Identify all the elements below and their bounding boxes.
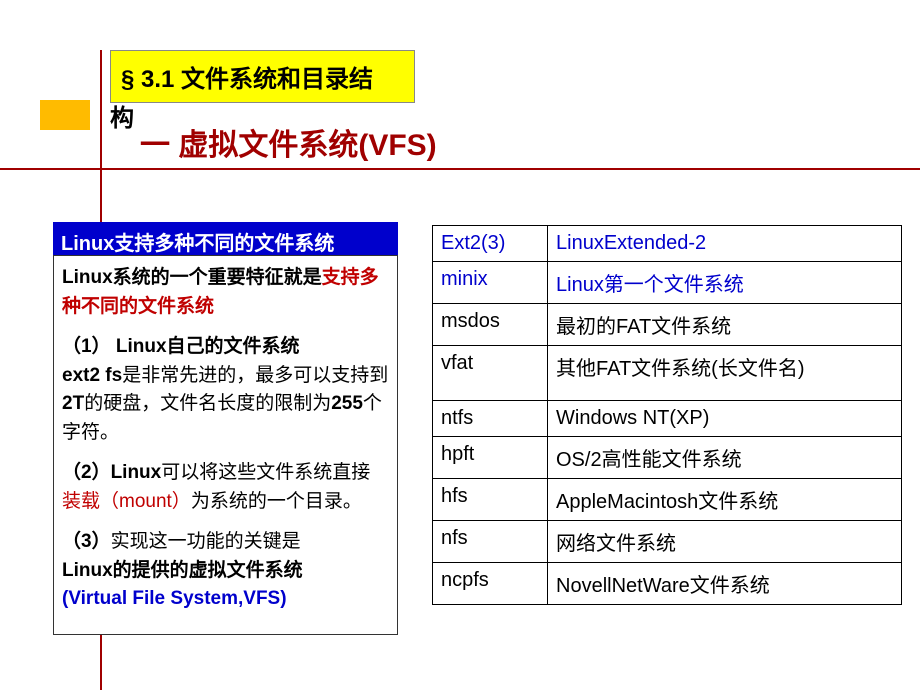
p1-ext2: ext2 fs xyxy=(62,365,122,386)
table-row: hfs AppleMacintosh文件系统 xyxy=(433,479,902,521)
intro-prefix: Linux系统的一个重要特征就是 xyxy=(62,267,322,288)
table-row: vfat 其他FAT文件系统(长文件名) xyxy=(433,346,902,401)
table-row: ntfs Windows NT(XP) xyxy=(433,401,902,437)
fs-name: ntfs xyxy=(433,401,548,437)
table-row: ncpfs NovellNetWare文件系统 xyxy=(433,563,902,605)
intro-paragraph: Linux系统的一个重要特征就是支持多种不同的文件系统 xyxy=(62,264,389,321)
p3-num: （3） xyxy=(62,531,111,552)
fs-desc: NovellNetWare文件系统 xyxy=(548,563,902,605)
p2-text-d: 为系统的一个目录。 xyxy=(191,491,362,512)
fs-name: ncpfs xyxy=(433,563,548,605)
fs-desc: 其他FAT文件系统(长文件名) xyxy=(548,346,902,401)
fs-name: hfs xyxy=(433,479,548,521)
p1-255: 255 xyxy=(331,393,363,414)
fs-desc: 最初的FAT文件系统 xyxy=(548,304,902,346)
p3-text-b: 实现这一功能的关键是 xyxy=(111,531,301,552)
point-1-paragraph: （1） Linux自己的文件系统 ext2 fs是非常先进的，最多可以支持到 2T… xyxy=(62,333,389,447)
p1-text-d: 的硬盘，文件名长度的限制为 xyxy=(84,393,331,414)
section-title-box: § 3.1 文件系统和目录结 xyxy=(110,50,415,103)
fs-desc: OS/2高性能文件系统 xyxy=(548,437,902,479)
fs-desc: Linux第一个文件系统 xyxy=(548,262,902,304)
table-row: minix Linux第一个文件系统 xyxy=(433,262,902,304)
table-row: msdos 最初的FAT文件系统 xyxy=(433,304,902,346)
filesystem-table: Ext2(3) LinuxExtended-2 minix Linux第一个文件… xyxy=(432,225,902,605)
slide-subtitle: 一 虚拟文件系统(VFS) xyxy=(140,120,437,164)
p3-linux: Linux xyxy=(62,560,113,581)
p2-mount: 装载（mount） xyxy=(62,491,191,512)
fs-name: hpft xyxy=(433,437,548,479)
fs-name: minix xyxy=(433,262,548,304)
fs-desc: LinuxExtended-2 xyxy=(548,226,902,262)
section-title-line1: § 3.1 文件系统和目录结 xyxy=(121,66,373,93)
p3-vfs: (Virtual File System,VFS) xyxy=(62,588,287,609)
table-row: hpft OS/2高性能文件系统 xyxy=(433,437,902,479)
p2-text-b: 可以将这些文件系统直接 xyxy=(161,462,370,483)
p1-line1: （1） Linux自己的文件系统 xyxy=(62,336,300,357)
overlapping-table-row: ncpfs NovellNetWare文件系统 xyxy=(432,562,902,605)
filesystem-table-container: Ext2(3) LinuxExtended-2 minix Linux第一个文件… xyxy=(432,225,902,605)
fs-desc: Windows NT(XP) xyxy=(548,401,902,437)
p1-text-b: 是非常先进的，最多可以支持到 xyxy=(122,365,388,386)
point-2-paragraph: （2）Linux可以将这些文件系统直接装载（mount）为系统的一个目录。 xyxy=(62,459,389,516)
p1-2t: 2T xyxy=(62,393,84,414)
horizontal-red-line xyxy=(0,168,920,170)
yellow-block-decoration xyxy=(40,100,90,130)
p3-text-2b: 的提供的虚拟文件系统 xyxy=(113,560,303,581)
section-title-line2: 构 xyxy=(110,98,134,133)
fs-name: vfat xyxy=(433,346,548,401)
fs-name: msdos xyxy=(433,304,548,346)
table-row: nfs 网络文件系统 xyxy=(433,521,902,563)
fs-name: Ext2(3) xyxy=(433,226,548,262)
description-text-box: Linux系统的一个重要特征就是支持多种不同的文件系统 （1） Linux自己的… xyxy=(53,255,398,635)
fs-name: nfs xyxy=(433,521,548,563)
p2-linux: （2）Linux xyxy=(62,462,161,483)
point-3-paragraph: （3）实现这一功能的关键是 Linux的提供的虚拟文件系统 (Virtual F… xyxy=(62,528,389,614)
fs-desc: AppleMacintosh文件系统 xyxy=(548,479,902,521)
table-row: Ext2(3) LinuxExtended-2 xyxy=(433,226,902,262)
fs-desc: 网络文件系统 xyxy=(548,521,902,563)
